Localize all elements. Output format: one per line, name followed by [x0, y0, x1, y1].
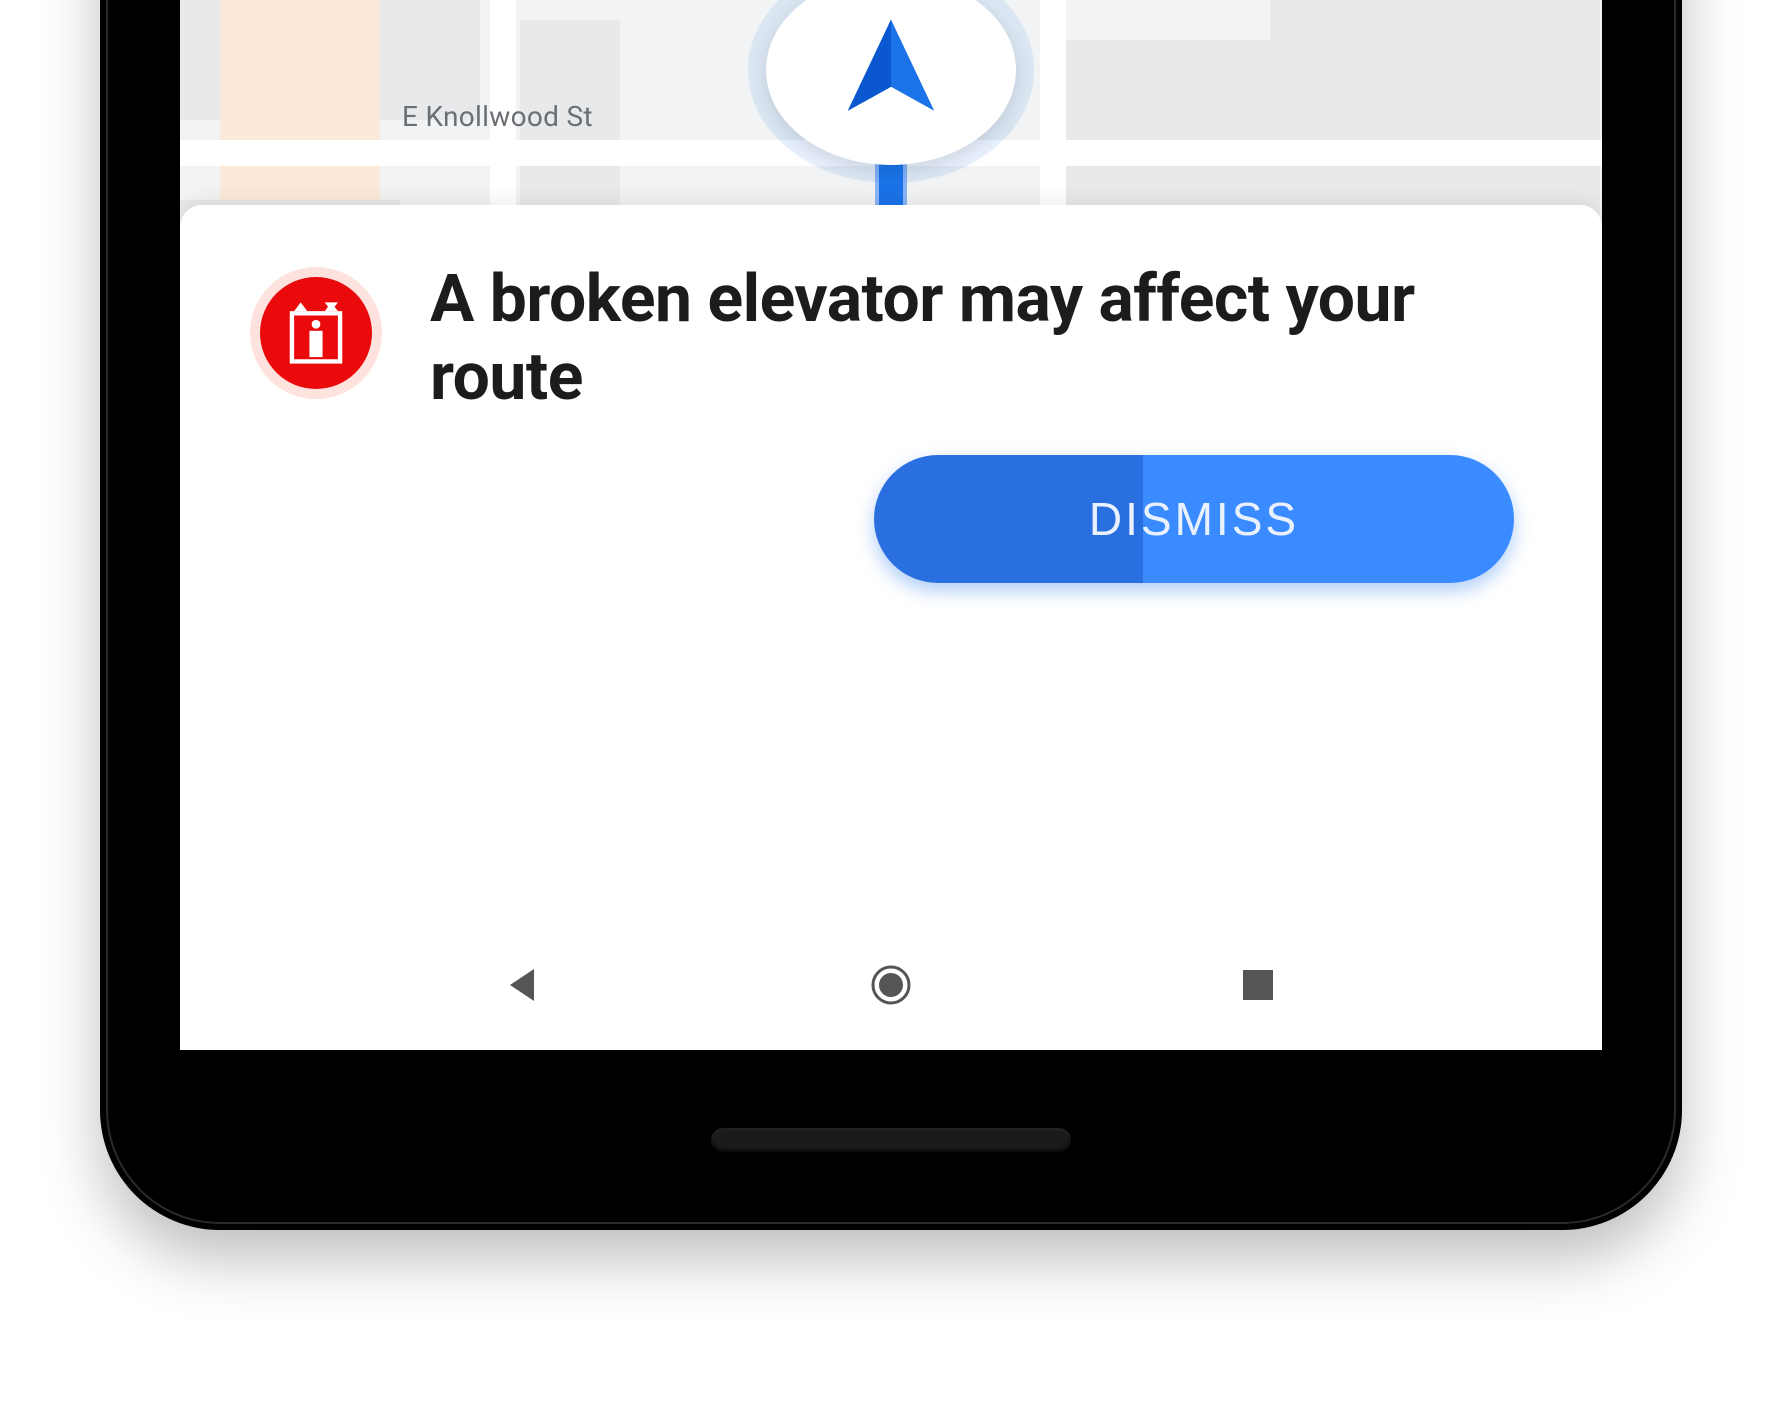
nav-back-button[interactable] [494, 955, 554, 1015]
alert-title: A broken elevator may affect your route [430, 261, 1532, 417]
android-navbar [180, 920, 1602, 1050]
nav-recent-button[interactable] [1228, 955, 1288, 1015]
alert-icon-badge [250, 267, 382, 399]
phone-speaker-grill [711, 1128, 1071, 1152]
nav-home-button[interactable] [861, 955, 921, 1015]
phone-frame: E Knollwood St [100, 0, 1682, 1230]
circle-home-icon [869, 963, 913, 1007]
route-alert-card: A broken elevator may affect your route … [180, 205, 1602, 920]
triangle-back-icon [504, 965, 544, 1005]
dismiss-button[interactable]: DISMISS [874, 455, 1514, 583]
screen: E Knollwood St [180, 0, 1602, 1050]
navigation-arrow-icon [831, 10, 951, 130]
square-recent-icon [1240, 967, 1276, 1003]
street-label: E Knollwood St [402, 100, 593, 133]
elevator-broken-icon [281, 298, 351, 368]
